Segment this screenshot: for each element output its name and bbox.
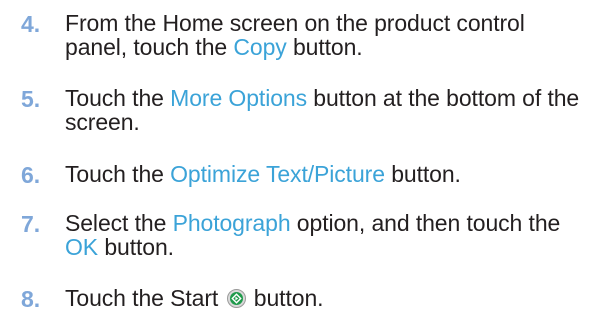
start-button-icon [226, 288, 246, 308]
more-options-term: More Options [170, 85, 307, 111]
photograph-term: Photograph [172, 210, 291, 236]
step-text: Touch the Optimize Text/Picture button. [65, 162, 590, 186]
step-text-pre: Touch the [65, 85, 171, 111]
step-number: 4. [21, 11, 41, 37]
step-text: Select the Photograph option, and then t… [65, 211, 590, 259]
step-text-post: button. [286, 34, 363, 60]
step-text-post: button. [384, 161, 461, 187]
step-text-pre: Touch the [65, 161, 171, 187]
step-text-post: button. [98, 234, 174, 260]
ok-term: OK [65, 234, 99, 260]
step-number: 6. [21, 162, 41, 188]
step-text-post: button. [253, 285, 324, 311]
step-text: Touch the More Options button at the bot… [65, 86, 590, 134]
copy-term: Copy [233, 34, 287, 60]
optimize-text-picture-term: Optimize Text/Picture [170, 161, 385, 187]
step-number: 5. [21, 86, 41, 112]
instruction-steps: 4. From the Home screen on the product c… [0, 0, 593, 333]
step-number: 8. [21, 286, 41, 312]
step-text: Touch the Start button. [65, 286, 590, 310]
step-text-pre: Touch the Start [65, 285, 219, 311]
step-text-pre: Select the [65, 210, 173, 236]
step-text-mid: option, and then touch the [290, 210, 561, 236]
step-text: From the Home screen on the product cont… [65, 11, 590, 59]
step-number: 7. [21, 211, 41, 237]
